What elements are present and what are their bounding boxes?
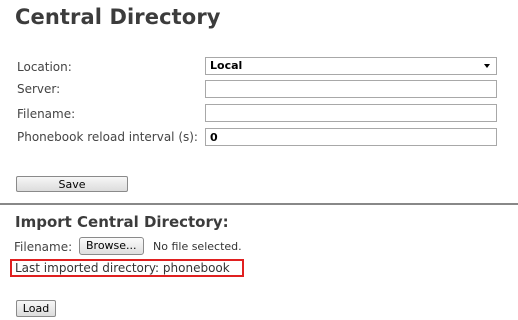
reload-interval-input[interactable] — [205, 128, 497, 146]
save-button[interactable]: Save — [16, 176, 128, 192]
server-label: Server: — [17, 82, 61, 96]
browse-button[interactable]: Browse... — [79, 237, 144, 255]
load-button[interactable]: Load — [16, 300, 56, 317]
import-filename-label: Filename: — [14, 240, 73, 254]
no-file-selected-text: No file selected. — [153, 240, 242, 253]
chevron-down-icon — [484, 64, 490, 68]
server-input[interactable] — [205, 80, 497, 98]
location-select[interactable]: Local — [205, 57, 497, 75]
location-select-value: Local — [210, 59, 243, 72]
import-section-title: Import Central Directory: — [15, 213, 229, 231]
location-label: Location: — [17, 60, 72, 74]
last-imported-directory: Last imported directory: phonebook — [10, 259, 244, 277]
page-title: Central Directory — [15, 5, 221, 29]
filename-input[interactable] — [205, 104, 497, 122]
reload-interval-label: Phonebook reload interval (s): — [17, 130, 198, 144]
section-divider — [0, 203, 518, 205]
filename-label: Filename: — [17, 107, 76, 121]
